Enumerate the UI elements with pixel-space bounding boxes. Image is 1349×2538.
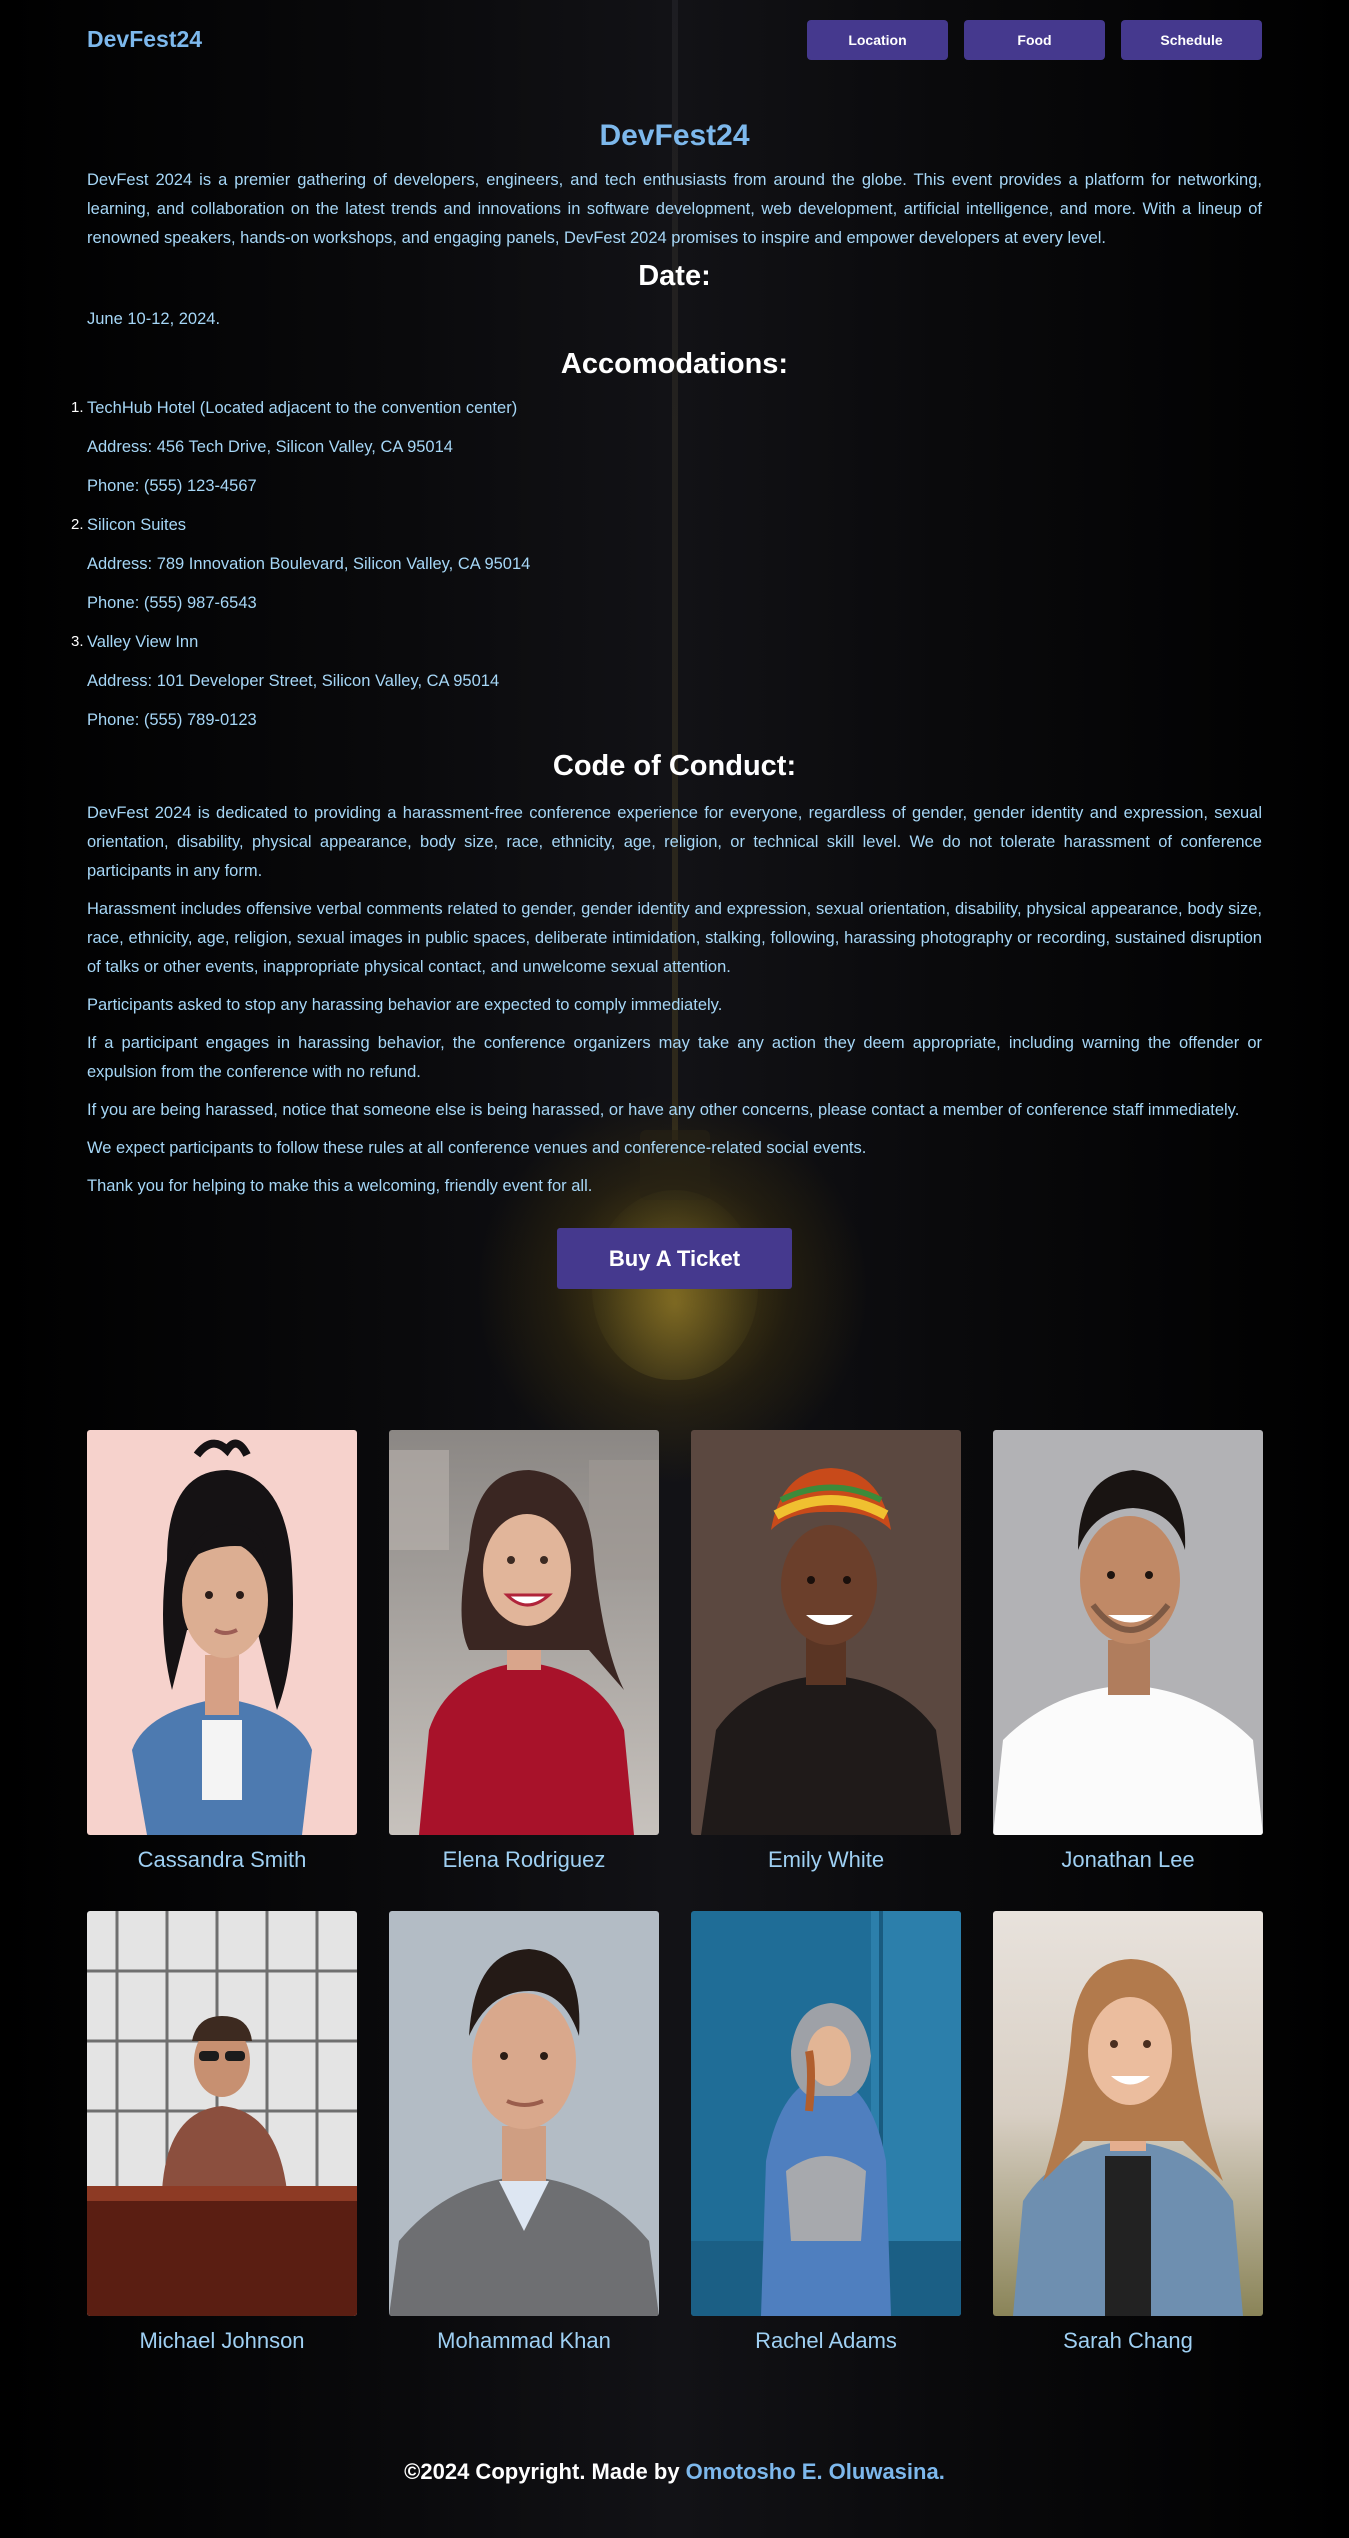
speaker-photo	[389, 1430, 659, 1835]
site-logo[interactable]: DevFest24	[87, 26, 202, 53]
conduct-paragraph: If a participant engages in harassing be…	[87, 1034, 1262, 1082]
hotel-number: 1.	[71, 398, 84, 416]
hotel-address: Address: 101 Developer Street, Silicon V…	[87, 671, 500, 690]
nav-schedule-button[interactable]: Schedule	[1121, 20, 1262, 60]
speaker-card: Elena Rodriguez	[389, 1430, 659, 1873]
speaker-name: Emily White	[767, 1847, 885, 1872]
speaker-name: Michael Johnson	[139, 2328, 305, 2353]
hotel-name: Valley View Inn	[87, 632, 199, 651]
speaker-card: Mohammad Khan	[389, 1911, 659, 2354]
speaker-card: Michael Johnson	[87, 1911, 357, 2354]
hotel-phone: Phone: (555) 789-0123	[87, 710, 257, 729]
conduct-paragraph: If you are being harassed, notice that s…	[87, 1101, 1240, 1120]
hotel-name-row: 1. TechHub Hotel (Located adjacent to the…	[71, 398, 1262, 418]
speaker-card: Sarah Chang	[993, 1911, 1263, 2354]
event-date: June 10-12, 2024.	[87, 309, 221, 328]
footer-author-link[interactable]: Omotosho E. Oluwasina.	[686, 2459, 945, 2484]
buy-ticket-button[interactable]: Buy A Ticket	[557, 1228, 792, 1290]
hotel-address: Address: 456 Tech Drive, Silicon Valley,…	[87, 437, 453, 456]
conduct-heading: Code of Conduct:	[552, 749, 797, 782]
main-content: DevFest24 DevFest 2024 is a premier gath…	[71, 118, 1262, 1290]
nav-location-button[interactable]: Location	[807, 20, 948, 60]
speaker-photo	[87, 1430, 357, 1835]
conduct-paragraph: Participants asked to stop any harassing…	[87, 996, 723, 1015]
hotel-list: 1. TechHub Hotel (Located adjacent to the…	[71, 398, 1262, 730]
nav-food-button[interactable]: Food	[964, 20, 1105, 60]
hotel-name: TechHub Hotel (Located adjacent to the c…	[87, 398, 518, 417]
speaker-name: Elena Rodriguez	[442, 1847, 606, 1872]
conduct-paragraph: Harassment includes offensive verbal com…	[87, 900, 1262, 977]
site-header: DevFest24 Location Food Schedule	[87, 20, 1262, 62]
speakers-grid: Cassandra Smith Elena Rodriguez Emily Wh…	[87, 1430, 1263, 2354]
hotel-phone: Phone: (555) 987-6543	[87, 593, 257, 612]
hotel-name: Silicon Suites	[87, 515, 187, 534]
speaker-name: Cassandra Smith	[137, 1847, 307, 1872]
speaker-name: Jonathan Lee	[1061, 1847, 1195, 1872]
hotel-item: 2. Silicon Suites Address: 789 Innovation…	[71, 515, 1262, 613]
speaker-name: Mohammad Khan	[437, 2328, 611, 2353]
speaker-card: Cassandra Smith	[87, 1430, 357, 1873]
speaker-photo	[87, 1911, 357, 2316]
speaker-name: Rachel Adams	[755, 2328, 897, 2353]
hotel-number: 2.	[71, 515, 84, 533]
speaker-card: Emily White	[691, 1430, 961, 1873]
conduct-paragraph: Thank you for helping to make this a wel…	[87, 1177, 593, 1196]
speaker-photo	[993, 1911, 1263, 2316]
speaker-card: Jonathan Lee	[993, 1430, 1263, 1873]
page-title: DevFest24	[599, 119, 750, 152]
hotel-name-row: 3. Valley View Inn	[71, 632, 1262, 652]
hotel-item: 3. Valley View Inn Address: 101 Developer…	[71, 632, 1262, 730]
speaker-photo	[389, 1911, 659, 2316]
footer-copyright: ©2024 Copyright. Made by	[404, 2459, 686, 2484]
conduct-paragraph: We expect participants to follow these r…	[87, 1139, 867, 1158]
site-footer: ©2024 Copyright. Made by Omotosho E. Olu…	[0, 2459, 1349, 2485]
hotel-address: Address: 789 Innovation Boulevard, Silic…	[87, 554, 531, 573]
hotel-name-row: 2. Silicon Suites	[71, 515, 1262, 535]
conduct-paragraph: DevFest 2024 is dedicated to providing a…	[87, 804, 1262, 881]
intro-paragraph: DevFest 2024 is a premier gathering of d…	[87, 171, 1262, 247]
date-heading: Date:	[638, 260, 711, 292]
hotel-number: 3.	[71, 632, 84, 650]
accommodations-heading: Accomodations:	[560, 347, 789, 380]
speaker-name: Sarah Chang	[1063, 2328, 1193, 2353]
speaker-photo	[993, 1430, 1263, 1835]
main-nav: Location Food Schedule	[807, 20, 1262, 60]
speaker-photo	[691, 1430, 961, 1835]
hotel-item: 1. TechHub Hotel (Located adjacent to the…	[71, 398, 1262, 496]
ticket-wrapper: Buy A Ticket	[87, 1228, 1262, 1290]
speaker-photo	[691, 1911, 961, 2316]
hotel-phone: Phone: (555) 123-4567	[87, 476, 257, 495]
speaker-card: Rachel Adams	[691, 1911, 961, 2354]
